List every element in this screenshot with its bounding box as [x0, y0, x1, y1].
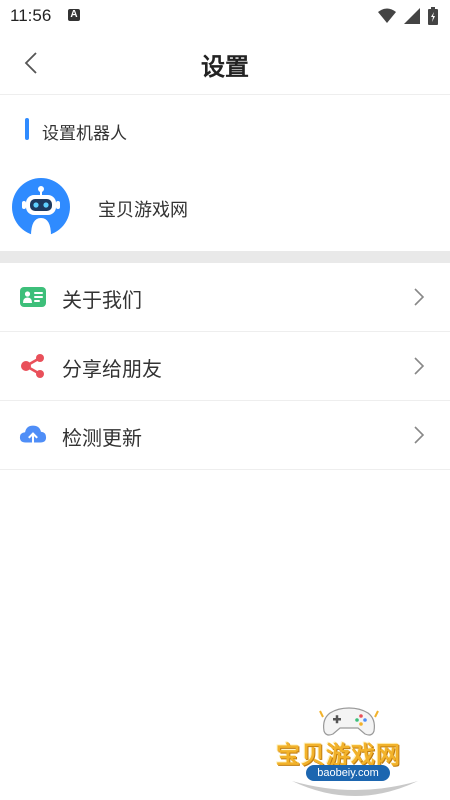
settings-menu: 关于我们 分享给朋友 检测更新 [0, 263, 450, 470]
chevron-right-icon [414, 288, 425, 306]
robot-icon [12, 178, 70, 236]
section-divider [0, 251, 450, 263]
wifi-icon [378, 8, 396, 23]
notification-icon: A [68, 9, 80, 21]
section-accent-bar [25, 118, 29, 140]
menu-item-about-us[interactable]: 关于我们 [0, 263, 450, 332]
share-icon [19, 353, 47, 379]
menu-item-label: 分享给朋友 [62, 357, 162, 381]
robot-row[interactable]: 宝贝游戏网 [0, 170, 450, 244]
game-controller-icon [319, 707, 379, 736]
robot-name: 宝贝游戏网 [98, 200, 188, 221]
menu-item-label: 关于我们 [62, 288, 142, 312]
section-header: 设置机器人 [0, 115, 450, 145]
menu-item-check-update[interactable]: 检测更新 [0, 401, 450, 470]
page-title: 设置 [201, 53, 249, 81]
signal-icon [404, 8, 420, 24]
menu-item-share[interactable]: 分享给朋友 [0, 332, 450, 401]
chevron-right-icon [414, 426, 425, 444]
cloud-upload-icon [19, 422, 47, 448]
watermark-swoosh [292, 781, 418, 796]
battery-icon [428, 7, 438, 25]
id-card-icon [19, 284, 47, 310]
watermark-logo: 宝贝游戏网 baobeiy.com [270, 705, 430, 800]
header: 设置 [0, 32, 450, 95]
chevron-right-icon [414, 357, 425, 375]
status-time: 11:56 [10, 6, 52, 25]
menu-item-label: 检测更新 [62, 426, 142, 450]
status-bar: 11:56 A [0, 0, 450, 32]
section-title: 设置机器人 [42, 124, 127, 144]
settings-screen: 11:56 A 设置 设置机器人 宝贝游戏网 关于我们 分享给朋友 检测更新 宝… [0, 0, 450, 800]
status-icons [378, 7, 438, 25]
